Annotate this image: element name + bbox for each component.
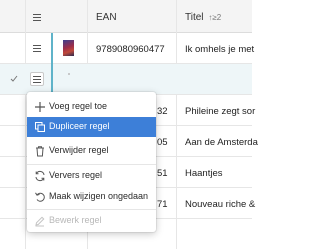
row-context-menu: Voeg regel toe Dupliceer regel Verwijder… bbox=[27, 92, 156, 232]
cell-ean: 51 bbox=[157, 168, 168, 179]
selection-accent-line bbox=[51, 33, 53, 96]
header-menu-icon[interactable] bbox=[33, 14, 41, 21]
trash-icon bbox=[36, 146, 44, 157]
cell-titel: Ik omhels je met bbox=[185, 44, 255, 55]
menu-item-verwijder-regel[interactable]: Verwijder regel bbox=[27, 141, 156, 161]
menu-item-label: Maak wijzigen ongedaan bbox=[49, 191, 149, 201]
row-menu-button[interactable] bbox=[30, 72, 44, 86]
grid-header: EAN Titel ↑≥2 bbox=[0, 0, 252, 33]
menu-item-ververs-regel[interactable]: Ververs regel bbox=[27, 166, 156, 186]
duplicate-icon bbox=[35, 122, 45, 132]
menu-item-label: Bewerk regel bbox=[49, 215, 102, 225]
table-row[interactable]: 9789080960477 Ik omhels je met bbox=[0, 33, 255, 64]
checkmark-icon[interactable] bbox=[10, 75, 18, 83]
row-menu-icon bbox=[33, 76, 41, 83]
cell-titel: Haantjes bbox=[185, 168, 223, 179]
edit-icon bbox=[35, 216, 45, 227]
undo-icon bbox=[35, 192, 45, 202]
table-row-selected[interactable] bbox=[0, 64, 252, 95]
menu-separator bbox=[27, 209, 156, 210]
cell-ean: 32 bbox=[157, 106, 168, 117]
cell-ean: 05 bbox=[157, 137, 168, 148]
menu-item-label: Ververs regel bbox=[49, 170, 103, 180]
menu-item-maak-wijzigen-ongedaan[interactable]: Maak wijzigen ongedaan bbox=[27, 187, 156, 207]
placeholder-dot bbox=[68, 73, 70, 75]
refresh-icon bbox=[35, 170, 45, 182]
plus-icon bbox=[35, 102, 45, 112]
sort-indicator-icon: ↑≥2 bbox=[208, 13, 222, 22]
column-header-titel-label: Titel bbox=[185, 12, 204, 23]
cell-titel: Nouveau riche & bbox=[185, 199, 256, 210]
cell-ean: 71 bbox=[157, 199, 168, 210]
menu-separator bbox=[27, 164, 156, 165]
menu-item-voeg-regel-toe[interactable]: Voeg regel toe bbox=[27, 97, 156, 117]
menu-item-dupliceer-regel[interactable]: Dupliceer regel bbox=[27, 117, 156, 137]
book-cover-thumbnail bbox=[63, 40, 74, 56]
cell-titel: Aan de Amsterda bbox=[185, 137, 258, 148]
row-menu-icon[interactable] bbox=[33, 45, 41, 52]
cell-ean: 9789080960477 bbox=[96, 44, 165, 55]
menu-item-bewerk-regel[interactable]: Bewerk regel bbox=[27, 211, 156, 231]
column-header-ean[interactable]: EAN bbox=[96, 12, 117, 23]
cell-titel: Phileine zegt sor bbox=[185, 106, 256, 117]
menu-item-label: Dupliceer regel bbox=[49, 121, 110, 131]
menu-item-label: Voeg regel toe bbox=[49, 101, 108, 111]
column-header-titel[interactable]: Titel ↑≥2 bbox=[185, 12, 221, 23]
menu-item-label: Verwijder regel bbox=[49, 145, 109, 155]
